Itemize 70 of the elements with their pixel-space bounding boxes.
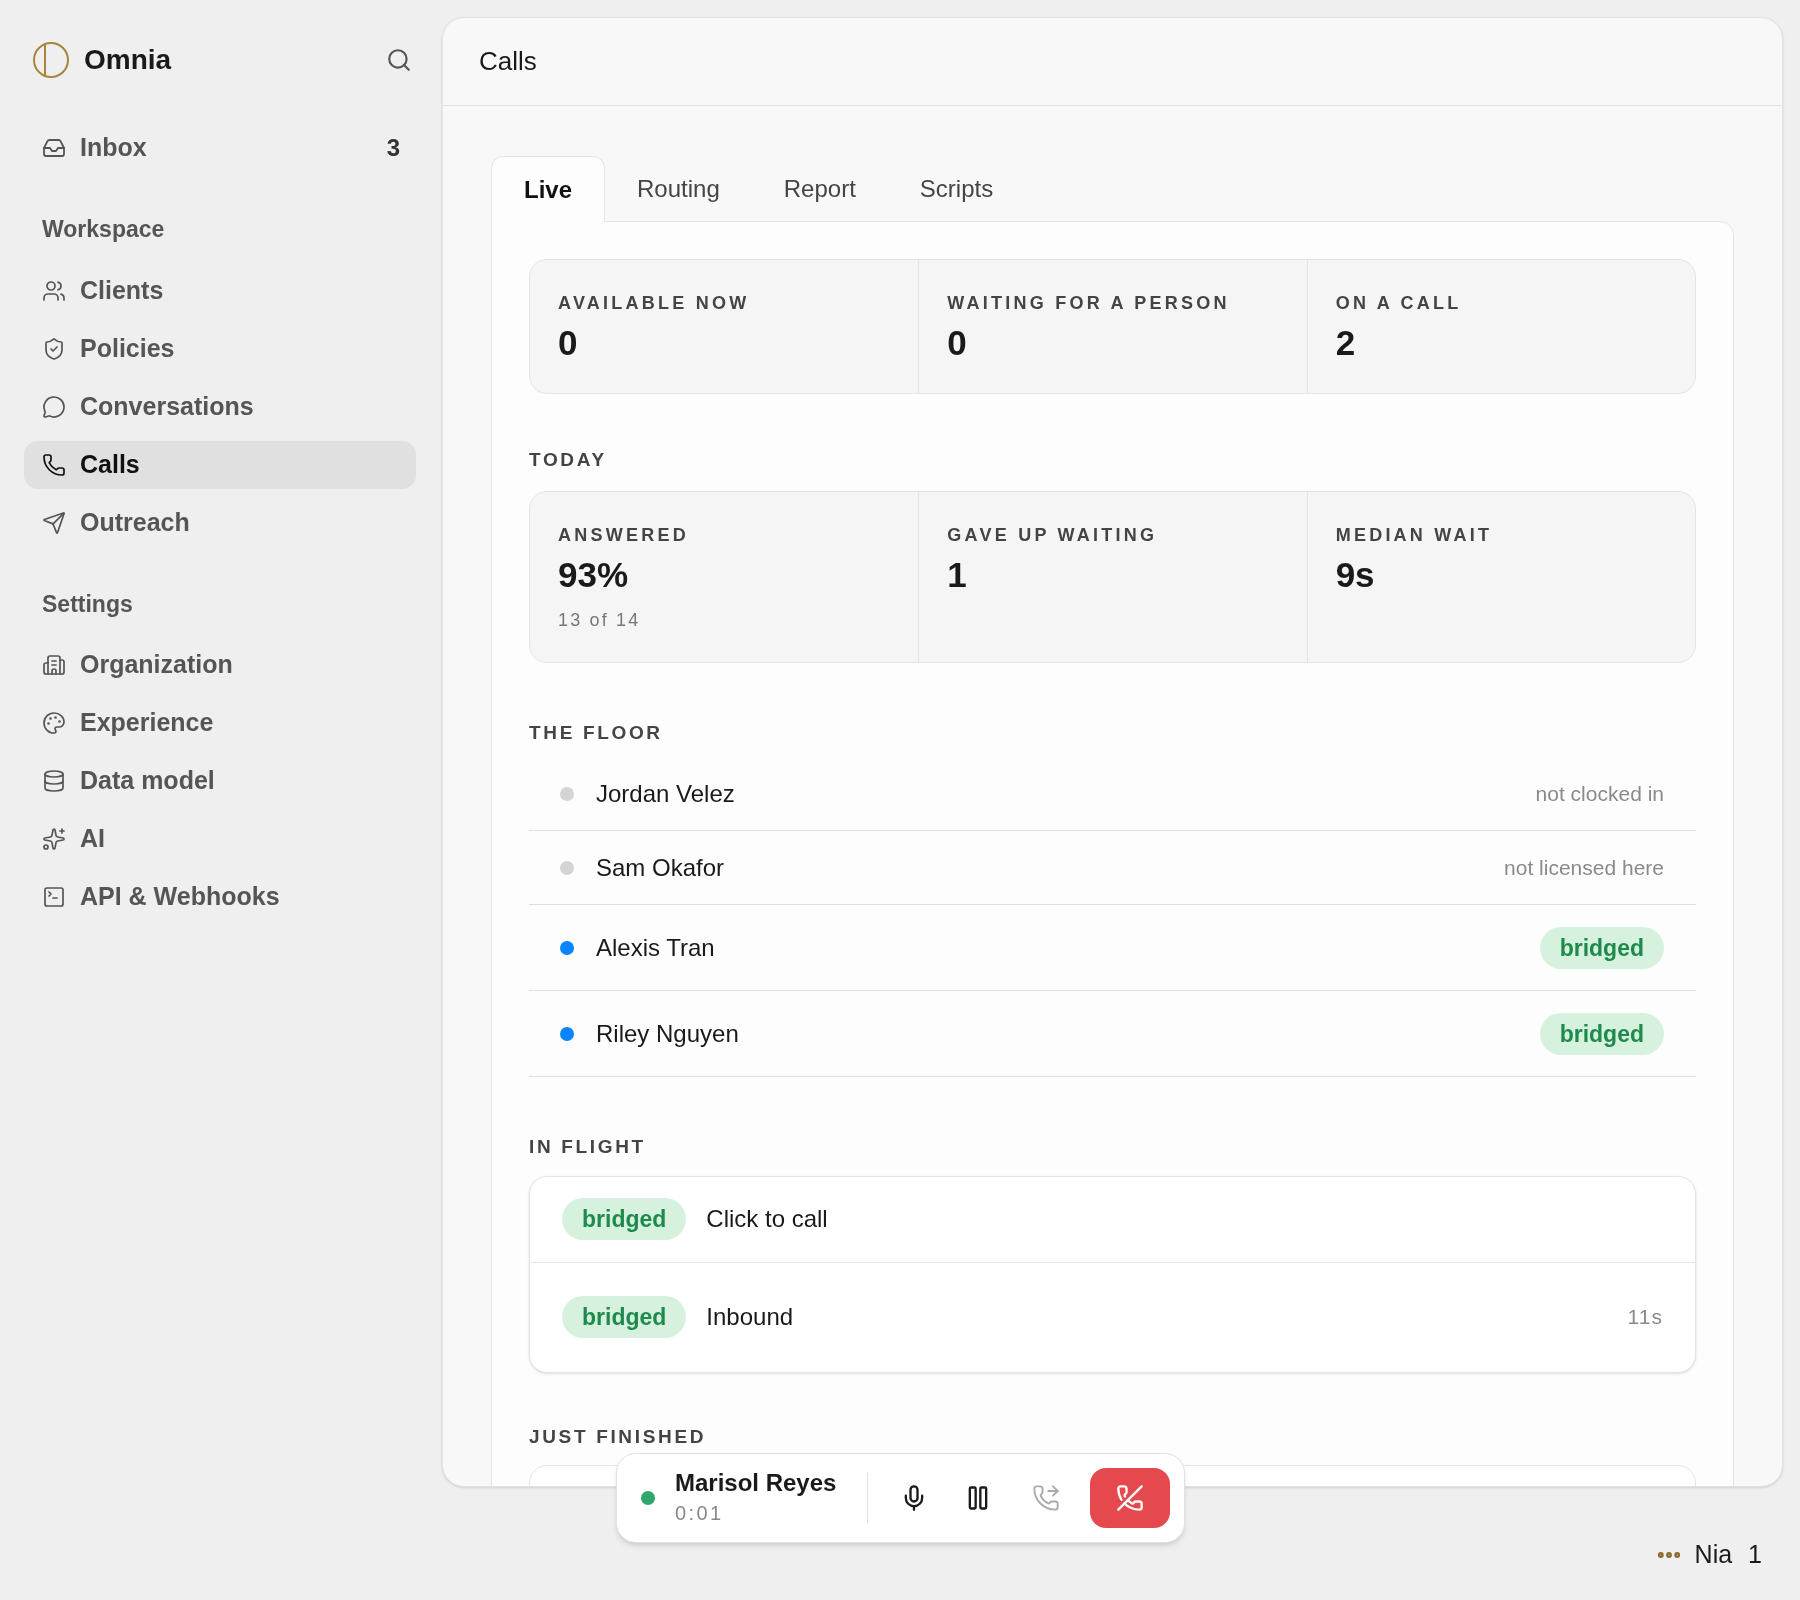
agent-name: Jordan Velez [596, 778, 736, 809]
call-timer: 0:01 [675, 1501, 725, 1526]
stat-label: MEDIAN WAIT [1335, 523, 1494, 547]
user-count: 1 [1748, 1539, 1762, 1570]
chat-bubble-icon [42, 394, 66, 419]
stat-label: WAITING FOR A PERSON [947, 292, 1231, 315]
shield-icon [42, 336, 66, 361]
call-type: Inbound [706, 1302, 795, 1332]
stat-subtext: 13 of 14 [558, 608, 642, 632]
app-name: Omnia [84, 43, 172, 77]
stat-value: 93% [558, 553, 630, 596]
hang-up-icon [1116, 1484, 1144, 1512]
sidebar-item[interactable]: Clients [24, 266, 416, 315]
tab[interactable]: Scripts [887, 156, 1026, 222]
agent-name: Sam Okafor [596, 852, 726, 883]
search-icon[interactable] [386, 47, 412, 73]
logo-icon [32, 41, 70, 79]
status-badge: bridged [1539, 1012, 1664, 1055]
sidebar-section-heading: Workspace [41, 215, 166, 244]
user-name: Nia [1694, 1539, 1733, 1570]
sidebar-item[interactable]: Experience [24, 699, 416, 747]
stat-value: 2 [1335, 322, 1357, 364]
sidebar-item[interactable]: Outreach [24, 498, 416, 547]
phone-icon [42, 452, 66, 477]
users-icon [42, 278, 66, 303]
phone-forward-icon [1032, 1484, 1060, 1512]
agent-name: Alexis Tran [596, 932, 716, 963]
count-label: 3 [386, 133, 400, 163]
stat-value: 0 [558, 322, 579, 364]
page-title: Calls [479, 45, 537, 78]
status-badge: bridged [562, 1198, 687, 1240]
sidebar-item[interactable]: AI [24, 815, 416, 863]
terminal-icon [42, 885, 66, 909]
stat-value: 1 [947, 553, 968, 596]
agent-status: not clocked in [1535, 780, 1664, 807]
sidebar-item[interactable]: Policies [24, 324, 416, 373]
stat-label: ANSWERED [558, 523, 690, 547]
paper-plane-icon [42, 510, 66, 535]
stat-label: AVAILABLE NOW [558, 292, 751, 315]
sidebar-section-heading: Settings [41, 589, 134, 619]
stat-label: ON A CALL [1335, 292, 1463, 315]
status-badge: bridged [562, 1296, 687, 1338]
call-type: Click to call [706, 1204, 829, 1234]
building-icon [42, 653, 66, 677]
stat-label: GAVE UP WAITING [947, 523, 1159, 547]
tab[interactable]: Report [751, 156, 888, 222]
agent-status: not licensed here [1504, 854, 1664, 881]
stat-value: 9s [1335, 553, 1376, 596]
inbox-icon [42, 136, 66, 160]
hang-up-button[interactable] [1090, 1468, 1170, 1528]
tab[interactable]: Routing [605, 156, 752, 222]
sparkles-icon [42, 827, 66, 851]
status-badge: bridged [1539, 926, 1664, 969]
sidebar-item[interactable]: API & Webhooks [24, 873, 416, 921]
section-heading: TODAY [529, 449, 607, 470]
stat-value: 0 [947, 322, 968, 364]
sidebar-item[interactable]: Calls [24, 440, 416, 489]
sidebar-item[interactable]: Inbox 3 [24, 124, 418, 172]
palette-icon [42, 711, 66, 735]
caller-name: Marisol Reyes [675, 1468, 838, 1498]
call-duration: 11s [1627, 1304, 1663, 1331]
sidebar-item[interactable]: Conversations [24, 382, 416, 431]
database-icon [42, 769, 66, 793]
section-heading: THE FLOOR [529, 721, 663, 743]
tab[interactable]: Live [491, 156, 606, 222]
section-heading: IN FLIGHT [529, 1136, 646, 1157]
sidebar-item[interactable]: Data model [24, 757, 416, 805]
agent-name: Riley Nguyen [596, 1018, 740, 1049]
sidebar-item[interactable]: Organization [24, 641, 416, 689]
section-heading: JUST FINISHED [529, 1425, 707, 1447]
